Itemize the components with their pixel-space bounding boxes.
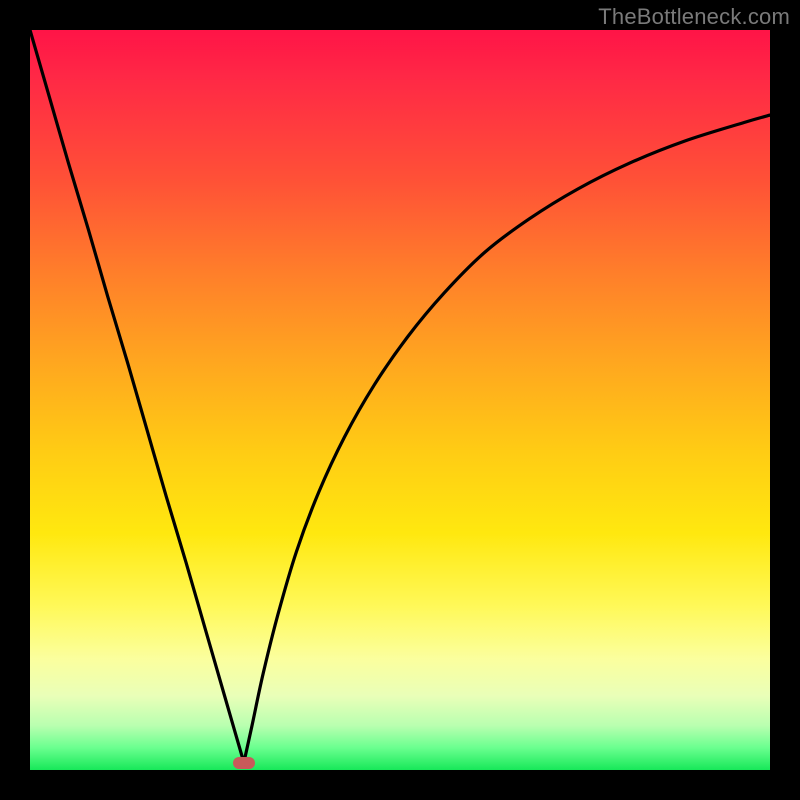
bottleneck-curve xyxy=(30,30,770,770)
curve-path xyxy=(30,30,770,763)
chart-frame: TheBottleneck.com xyxy=(0,0,800,800)
plot-area xyxy=(30,30,770,770)
minimum-marker xyxy=(233,757,255,769)
watermark-text: TheBottleneck.com xyxy=(598,4,790,30)
